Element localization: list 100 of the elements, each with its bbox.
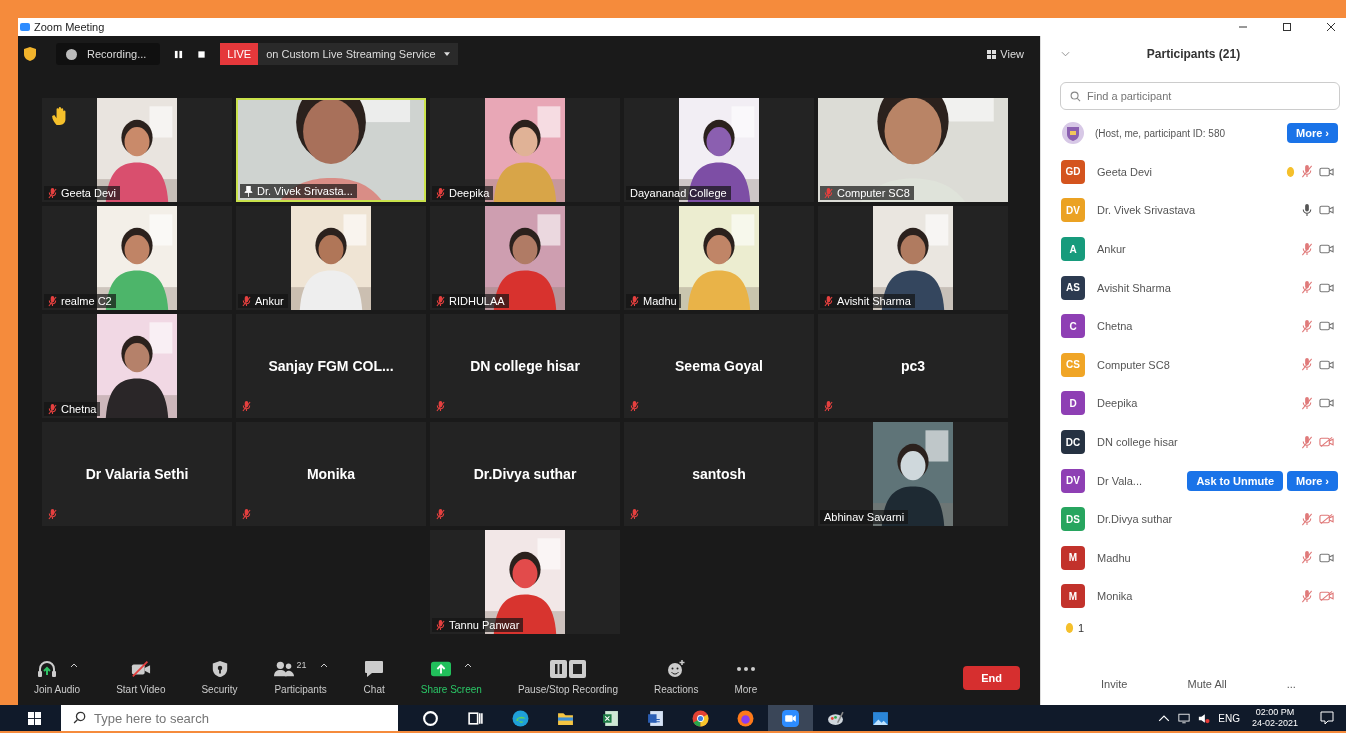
share-screen-button[interactable]: Share Screen — [414, 660, 488, 695]
caret-up-icon[interactable] — [463, 663, 472, 668]
participant-name: (Host, me, participant ID: 580 — [1095, 127, 1226, 139]
video-tile[interactable]: Computer SC8 — [818, 98, 1008, 202]
toolbar-button[interactable]: More — [728, 660, 764, 695]
video-camera-icon — [782, 709, 799, 727]
toolbar-button[interactable]: Start Video — [110, 660, 172, 695]
participant-row[interactable]: DC DN college hisar — [1041, 422, 1346, 462]
participant-name: pc3 — [900, 358, 926, 374]
video-tile[interactable]: RIDHULAA — [430, 206, 620, 310]
toolbar-button[interactable]: 21 Participants — [267, 660, 334, 695]
toolbar-button[interactable]: Chat — [357, 660, 391, 695]
panel-button[interactable]: Invite — [1093, 674, 1136, 694]
maximize-icon[interactable] — [1282, 22, 1292, 32]
participant-name: Geeta Devi — [1097, 165, 1153, 178]
video-tile[interactable]: Ankur — [236, 206, 426, 310]
smiley-icon — [666, 660, 687, 678]
participant-row[interactable]: CS Computer SC8 — [1041, 345, 1346, 385]
name-label: Dayananad College — [626, 186, 731, 200]
taskbar-search-field[interactable]: Type here to search — [61, 705, 398, 731]
windows-start-icon[interactable] — [28, 711, 41, 725]
end-button[interactable]: End — [963, 665, 1020, 690]
participant-row[interactable]: DV Dr Vala... Ask to Unmute More › — [1041, 461, 1346, 500]
people-icon — [273, 660, 294, 678]
participant-row[interactable]: GD Geeta Devi — [1041, 152, 1346, 192]
avatar: M — [1061, 584, 1085, 609]
participant-row[interactable]: A Ankur — [1041, 229, 1346, 269]
participant-row[interactable]: DS Dr.Divya suthar — [1041, 499, 1346, 539]
name-label: Abhinav Savarni — [820, 510, 909, 524]
toolbar-button[interactable]: Join Audio — [28, 660, 87, 695]
network-icon[interactable] — [1178, 712, 1191, 724]
clock-date: 24-02-2021 — [1251, 718, 1298, 729]
video-tile[interactable]: Dr Valaria Sethi — [42, 422, 232, 526]
participant-name: DN college hisar — [1097, 436, 1178, 449]
close-icon[interactable] — [1326, 22, 1336, 32]
video-tile[interactable]: Monika — [236, 422, 426, 526]
toolbar-button[interactable]: Reactions — [647, 660, 705, 695]
taskbar-app[interactable] — [768, 705, 813, 731]
name-label: RIDHULAA — [432, 294, 509, 308]
participant-name: Dr.Divya suthar — [473, 466, 577, 482]
record-dot-icon — [66, 48, 77, 60]
notifications-icon[interactable] — [1320, 711, 1334, 725]
window-title: Zoom Meeting — [34, 21, 105, 33]
video-tile[interactable]: Chetna — [42, 314, 232, 418]
participant-row[interactable]: DV Dr. Vivek Srivastava — [1041, 191, 1346, 230]
participant-row[interactable]: (Host, me, participant ID: 580 More › — [1041, 114, 1346, 153]
video-tile[interactable]: Sanjay FGM COL... — [236, 314, 426, 418]
toolbar-button[interactable]: Pause/Stop Recording — [511, 660, 624, 695]
participant-row[interactable]: M Madhu — [1041, 538, 1346, 578]
caret-up-icon[interactable] — [319, 663, 328, 668]
search-icon — [73, 711, 86, 724]
participant-action-button[interactable]: Ask to Unmute — [1187, 470, 1283, 491]
video-tile[interactable]: DN college hisar — [430, 314, 620, 418]
video-tile[interactable]: Dr.Divya suthar — [430, 422, 620, 526]
participant-action-button[interactable]: More › — [1287, 470, 1338, 491]
more-icon — [735, 667, 756, 671]
caret-up-icon[interactable] — [69, 663, 78, 668]
speaker-icon[interactable] — [1198, 712, 1211, 724]
participant-name: Ankur — [1097, 243, 1126, 256]
panel-button[interactable]: Mute All — [1179, 674, 1235, 694]
language-indicator[interactable]: ENG — [1218, 712, 1240, 724]
video-tile[interactable]: Madhu — [624, 206, 814, 310]
streaming-dropdown[interactable]: on Custom Live Streaming Service — [258, 43, 458, 65]
video-tile[interactable]: Seema Goyal — [624, 314, 814, 418]
avatar: DV — [1061, 198, 1085, 223]
pause-icon[interactable] — [174, 49, 184, 59]
shield-icon[interactable] — [24, 47, 36, 61]
view-button[interactable]: View — [981, 47, 1030, 61]
video-tile[interactable]: santosh — [624, 422, 814, 526]
search-field[interactable]: Find a participant — [1060, 82, 1340, 110]
name-label: Madhu — [626, 294, 681, 308]
participant-name: santosh — [692, 466, 746, 482]
camera-off-icon — [130, 660, 151, 678]
participant-row[interactable]: C Chetna — [1041, 306, 1346, 346]
participant-row[interactable]: D Deepika — [1041, 384, 1346, 423]
stop-icon[interactable] — [197, 49, 207, 59]
participant-name: Monika — [1097, 590, 1133, 603]
participant-action-button[interactable]: More › — [1287, 123, 1338, 144]
video-tile[interactable]: Tannu Panwar — [430, 530, 620, 634]
video-tile[interactable]: realme C2 — [42, 206, 232, 310]
video-tile[interactable]: Abhinav Savarni — [818, 422, 1008, 526]
toolbar-button[interactable]: Security — [195, 660, 244, 695]
avatar: DC — [1061, 430, 1085, 455]
raised-hands-count: 1 — [1078, 621, 1085, 634]
name-label: Geeta Devi — [44, 186, 121, 200]
task-view-icon — [467, 709, 484, 727]
video-tile[interactable]: Dr. Vivek Srivasta... — [236, 98, 426, 202]
panel-button[interactable]: ... — [1278, 674, 1304, 694]
video-tile[interactable]: pc3 — [818, 314, 1008, 418]
participant-name: Seema Goyal — [675, 358, 763, 374]
video-tile[interactable]: Dayananad College — [624, 98, 814, 202]
participant-row[interactable]: M Monika — [1041, 577, 1346, 616]
zoom-logo-icon — [20, 22, 30, 32]
video-tile[interactable]: Deepika — [430, 98, 620, 202]
pause-stop-icon — [549, 660, 586, 678]
avatar: GD — [1061, 159, 1085, 184]
avatar: D — [1061, 391, 1085, 416]
video-tile[interactable]: Geeta Devi — [42, 98, 232, 202]
video-tile[interactable]: Avishit Sharma — [818, 206, 1008, 310]
participant-row[interactable]: AS Avishit Sharma — [1041, 268, 1346, 307]
